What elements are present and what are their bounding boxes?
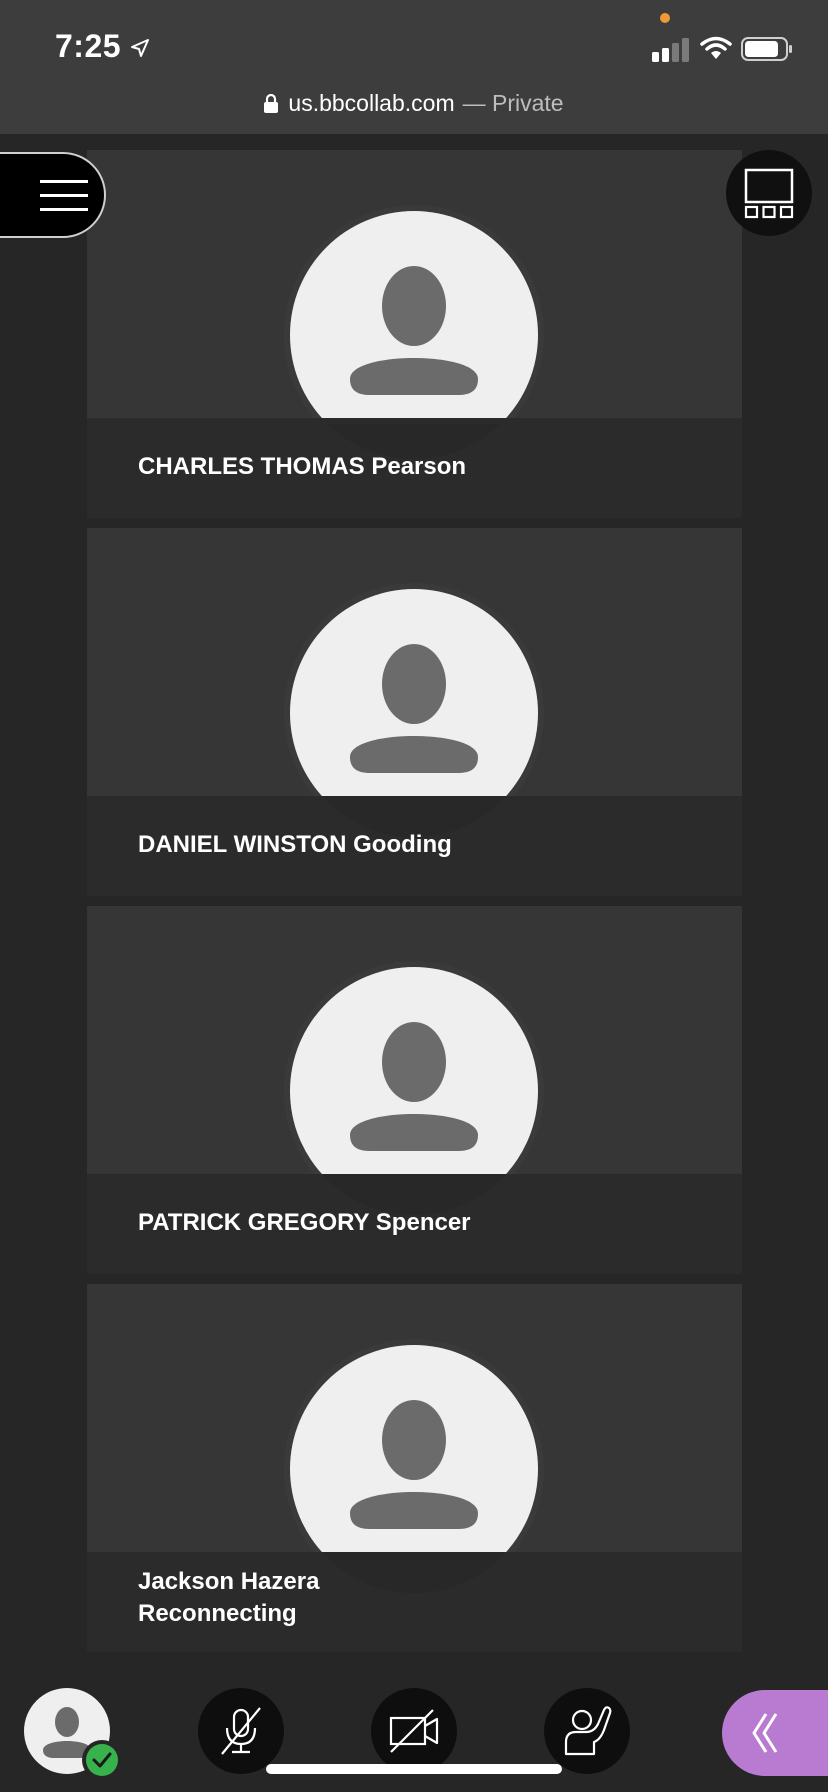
camera-toggle-button[interactable] [371,1688,457,1774]
status-time: 7:25 [55,28,122,64]
lock-icon [264,93,279,113]
participant-tile[interactable]: Jackson Hazera Reconnecting [87,1284,742,1652]
url-domain: us.bbcollab.com [288,89,455,116]
participant-connection-status: Reconnecting [138,1600,297,1627]
private-mode-label: — Private [462,89,564,116]
location-arrow-icon [131,39,149,57]
home-indicator[interactable] [266,1764,562,1774]
avatar-overlay [290,1552,538,1593]
microphone-toggle-button[interactable] [198,1688,284,1774]
wifi-icon [700,36,732,59]
participant-name: Jackson Hazera [138,1568,320,1595]
browser-top-bar: 7:25 us.bbcollab.com — Private [0,0,828,134]
check-icon [92,1752,112,1768]
privacy-indicator-dot [660,13,670,23]
avatar [284,205,544,465]
layout-icon [744,168,794,219]
chevron-left-icon [752,1713,778,1753]
participants-grid: CHARLES THOMAS Pearson DANIEL WINSTON Go… [0,134,828,1792]
raise-hand-button[interactable] [544,1688,630,1774]
collaborate-panel-button[interactable] [722,1690,828,1776]
participant-name: DANIEL WINSTON Gooding [138,831,452,858]
avatar [284,1339,544,1599]
participant-tile[interactable]: CHARLES THOMAS Pearson [87,150,742,518]
camera-off-icon [389,1709,439,1753]
mic-off-icon [221,1707,261,1755]
url-bar[interactable]: us.bbcollab.com — Private [0,86,828,120]
battery-icon [741,37,792,61]
avatar [284,583,544,843]
avatar [284,961,544,1221]
layout-switch-button[interactable] [726,150,812,236]
participant-name: CHARLES THOMAS Pearson [138,453,467,480]
participant-tile[interactable]: DANIEL WINSTON Gooding [87,528,742,896]
signal-icon [652,38,689,62]
participant-name: PATRICK GREGORY Spencer [138,1209,471,1236]
status-badge [82,1740,122,1780]
participant-tile[interactable]: PATRICK GREGORY Spencer [87,906,742,1274]
raise-hand-icon [564,1706,612,1756]
session-menu-button[interactable] [0,152,106,238]
